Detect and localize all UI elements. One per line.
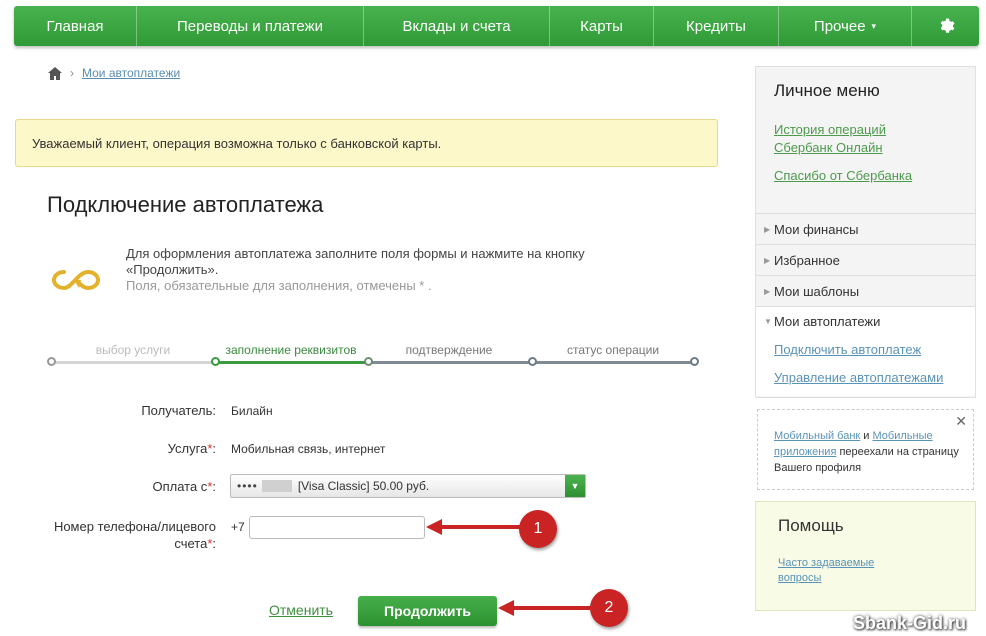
nav-credits-label: Кредиты — [686, 17, 746, 35]
recipient-value: Билайн — [231, 404, 273, 418]
notice-link-mobile-bank[interactable]: Мобильный банк — [774, 430, 860, 442]
personal-menu-title: Личное меню — [774, 81, 880, 100]
page-title: Подключение автоплатежа — [47, 192, 324, 217]
nav-cards[interactable]: Карты — [550, 6, 654, 46]
service-label: Услуга*: — [41, 440, 216, 457]
triangle-right-icon: ▶ — [764, 224, 771, 234]
home-icon[interactable] — [48, 66, 62, 80]
step-dot-5 — [690, 357, 699, 366]
step-line-2 — [215, 361, 368, 364]
label-colon: : — [212, 479, 216, 494]
step-dot-2 — [211, 357, 220, 366]
top-navigation: Главная Переводы и платежи Вклады и счет… — [14, 6, 979, 46]
notice-text: Мобильный банк и Мобильные приложения пе… — [774, 428, 959, 476]
card-number-redacted — [261, 480, 292, 492]
sidebar-link-history[interactable]: История операций Сбербанк Онлайн — [774, 121, 924, 157]
help-link-faq[interactable]: Часто задаваемые вопросы — [778, 556, 908, 586]
mobile-bank-notice: ✕ Мобильный банк и Мобильные приложения … — [757, 409, 974, 490]
annotation-arrow-1 — [426, 519, 528, 535]
step-line-1 — [51, 361, 215, 364]
sidebar-item-label: Мои шаблоны — [774, 283, 860, 299]
warning-alert: Уважаемый клиент, операция возможна толь… — [15, 119, 718, 167]
step-dot-4 — [528, 357, 537, 366]
breadcrumb-link-autopayments[interactable]: Мои автоплатежи — [82, 66, 180, 80]
nav-more-label: Прочее — [813, 17, 866, 35]
chevron-down-icon: ▾ — [871, 20, 877, 31]
nav-credits[interactable]: Кредиты — [654, 6, 779, 46]
service-label-text: Услуга — [167, 441, 208, 456]
intro-instruction: Для оформления автоплатежа заполните пол… — [126, 246, 585, 277]
label-colon: : — [212, 536, 216, 551]
annotation-arrow-2 — [498, 600, 596, 616]
sidebar-link-spasibo[interactable]: Спасибо от Сбербанка — [774, 167, 912, 185]
continue-button[interactable]: Продолжить — [358, 596, 497, 626]
phone-label-line2: счета — [174, 536, 208, 551]
breadcrumb-separator-icon: › — [70, 66, 74, 80]
gear-icon — [940, 18, 954, 33]
phone-number-input[interactable] — [249, 516, 425, 539]
service-value: Мобильная связь, интернет — [231, 442, 386, 456]
card-number-masked: •••• — [237, 479, 258, 493]
settings-button[interactable] — [912, 6, 979, 46]
nav-transfers[interactable]: Переводы и платежи — [137, 6, 364, 46]
step-dot-3 — [364, 357, 373, 366]
autopayment-loop-icon — [51, 269, 101, 291]
phone-label: Номер телефона/лицевого счета*: — [41, 518, 216, 552]
step-status: статус операции — [566, 343, 660, 357]
step-dot-1 — [47, 357, 56, 366]
phone-prefix: +7 — [231, 520, 245, 534]
payfrom-label-text: Оплата с — [152, 479, 208, 494]
intro-text: Для оформления автоплатежа заполните пол… — [126, 246, 646, 294]
breadcrumb: › Мои автоплатежи — [48, 66, 180, 80]
payment-source-value: [Visa Classic] 50.00 руб. — [297, 479, 430, 493]
sidebar-sublink-connect[interactable]: Подключить автоплатеж — [774, 342, 921, 357]
triangle-down-icon: ▼ — [764, 317, 772, 326]
notice-and: и — [860, 430, 873, 442]
help-box: Помощь Часто задаваемые вопросы — [755, 501, 976, 611]
progress-steps: выбор услуги заполнение реквизитов подтв… — [47, 340, 703, 370]
phone-label-line1: Номер телефона/лицевого — [53, 519, 216, 534]
recipient-label: Получатель: — [141, 403, 216, 418]
triangle-right-icon: ▶ — [764, 255, 771, 265]
step-confirmation: подтверждение — [405, 343, 493, 357]
nav-deposits[interactable]: Вклады и счета — [364, 6, 550, 46]
sidebar-sublink-manage[interactable]: Управление автоплатежами — [774, 370, 943, 385]
nav-deposits-label: Вклады и счета — [402, 17, 511, 35]
step-select-service: выбор услуги — [95, 343, 171, 357]
annotation-badge-1: 1 — [519, 510, 557, 548]
triangle-right-icon: ▶ — [764, 286, 771, 296]
chevron-down-icon[interactable]: ▼ — [565, 475, 585, 497]
sidebar-item-label: Мои автоплатежи — [774, 314, 881, 329]
annotation-badge-2: 2 — [590, 589, 628, 627]
site-watermark: Sbank-Gid.ru — [852, 613, 966, 633]
nav-home-label: Главная — [46, 17, 104, 35]
payment-source-select[interactable]: •••• [Visa Classic] 50.00 руб. ▼ — [230, 474, 586, 498]
alert-text: Уважаемый клиент, операция возможна толь… — [32, 135, 442, 151]
sidebar-item-label: Мои финансы — [774, 221, 859, 237]
step-fill-details: заполнение реквизитов — [225, 343, 357, 357]
sidebar-item-favorites[interactable]: ▶ Избранное — [756, 244, 975, 275]
intro-required-note: Поля, обязательные для заполнения, отмеч… — [126, 278, 432, 293]
cancel-link[interactable]: Отменить — [269, 602, 333, 618]
nav-transfers-label: Переводы и платежи — [176, 17, 324, 35]
nav-more[interactable]: Прочее ▾ — [779, 6, 912, 46]
label-colon: : — [212, 441, 216, 456]
nav-home[interactable]: Главная — [14, 6, 137, 46]
sidebar-item-finances[interactable]: ▶ Мои финансы — [756, 213, 975, 244]
nav-cards-label: Карты — [580, 17, 623, 35]
help-title: Помощь — [778, 516, 844, 535]
personal-menu: Личное меню История операций Сбербанк Он… — [755, 66, 976, 398]
sidebar-item-templates[interactable]: ▶ Мои шаблоны — [756, 275, 975, 306]
sidebar-item-label: Избранное — [774, 252, 840, 268]
payfrom-label: Оплата с*: — [41, 478, 216, 495]
